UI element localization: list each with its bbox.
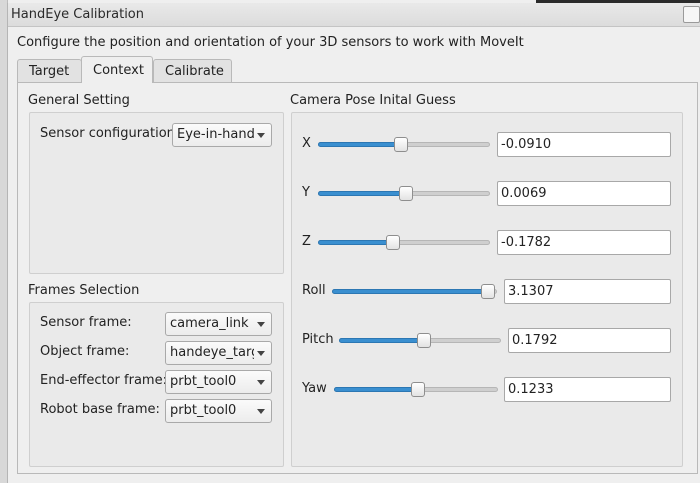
pose-y-label: Y xyxy=(302,185,310,200)
pose-y-input[interactable]: 0.0069 xyxy=(497,181,671,206)
tab-target[interactable]: Target xyxy=(17,59,82,82)
sensor-configuration-label: Sensor configuration xyxy=(40,126,175,141)
object-frame-value: handeye_targ xyxy=(170,345,254,360)
end-effector-frame-select[interactable]: prbt_tool0 xyxy=(165,370,272,394)
object-frame-select[interactable]: handeye_targ xyxy=(165,341,272,365)
context-tab-pane: General Setting Sensor configuration Eye… xyxy=(17,82,698,474)
sensor-configuration-select[interactable]: Eye-in-hand xyxy=(172,123,272,147)
chevron-down-icon xyxy=(257,351,265,356)
robot-base-frame-label: Robot base frame: xyxy=(40,402,160,417)
chevron-down-icon xyxy=(257,409,265,414)
pose-pitch-input[interactable]: 0.1792 xyxy=(508,328,671,353)
slider-fill xyxy=(339,338,424,343)
slider-handle[interactable] xyxy=(399,186,413,201)
pose-roll-slider[interactable] xyxy=(332,283,497,299)
handeye-calibration-window: HandEye Calibration Configure the positi… xyxy=(7,3,700,483)
slider-fill xyxy=(332,289,488,294)
pose-roll-input[interactable]: 3.1307 xyxy=(504,279,671,304)
camera-pose-group: X -0.0910 Y 0.0069 Z -0.1782 Roll 3.1307… xyxy=(291,112,683,467)
pose-x-slider[interactable] xyxy=(318,136,490,152)
slider-fill xyxy=(318,240,393,245)
pose-z-input[interactable]: -0.1782 xyxy=(497,230,671,255)
slider-fill xyxy=(318,191,406,196)
sensor-frame-value: camera_link xyxy=(170,316,249,331)
chevron-down-icon xyxy=(257,380,265,385)
camera-pose-title: Camera Pose Inital Guess xyxy=(290,93,456,108)
window-title: HandEye Calibration xyxy=(11,7,145,22)
sensor-frame-label: Sensor frame: xyxy=(40,315,132,330)
pose-yaw-input[interactable]: 0.1233 xyxy=(504,377,671,402)
robot-base-frame-value: prbt_tool0 xyxy=(170,403,237,418)
pose-pitch-slider[interactable] xyxy=(339,332,501,348)
frames-selection-title: Frames Selection xyxy=(28,283,140,298)
slider-fill xyxy=(318,142,401,147)
pose-z-slider[interactable] xyxy=(318,234,490,250)
pose-yaw-slider[interactable] xyxy=(334,381,498,397)
pose-z-label: Z xyxy=(302,234,311,249)
pose-yaw-label: Yaw xyxy=(302,381,327,396)
description-text: Configure the position and orientation o… xyxy=(17,35,524,50)
chevron-down-icon xyxy=(257,133,265,138)
end-effector-frame-label: End-effector frame: xyxy=(40,373,167,388)
slider-handle[interactable] xyxy=(386,235,400,250)
object-frame-label: Object frame: xyxy=(40,344,130,359)
pose-x-label: X xyxy=(302,136,311,151)
slider-fill xyxy=(334,387,418,392)
general-setting-group: Sensor configuration Eye-in-hand xyxy=(29,112,284,274)
pose-pitch-label: Pitch xyxy=(302,332,334,347)
slider-handle[interactable] xyxy=(417,333,431,348)
robot-base-frame-select[interactable]: prbt_tool0 xyxy=(165,399,272,423)
slider-handle[interactable] xyxy=(394,137,408,152)
pose-roll-label: Roll xyxy=(302,283,326,298)
pose-x-input[interactable]: -0.0910 xyxy=(497,132,671,157)
window-control-icon[interactable] xyxy=(683,6,700,23)
chevron-down-icon xyxy=(257,322,265,327)
general-setting-title: General Setting xyxy=(28,93,130,108)
slider-handle[interactable] xyxy=(411,382,425,397)
frames-selection-group: Sensor frame: camera_link Object frame: … xyxy=(29,302,284,467)
end-effector-frame-value: prbt_tool0 xyxy=(170,374,237,389)
tab-context[interactable]: Context xyxy=(81,56,153,83)
slider-handle[interactable] xyxy=(481,284,495,299)
title-bar[interactable]: HandEye Calibration xyxy=(8,3,700,27)
pose-y-slider[interactable] xyxy=(318,185,490,201)
tab-calibrate[interactable]: Calibrate xyxy=(153,59,232,82)
sensor-frame-select[interactable]: camera_link xyxy=(165,312,272,336)
